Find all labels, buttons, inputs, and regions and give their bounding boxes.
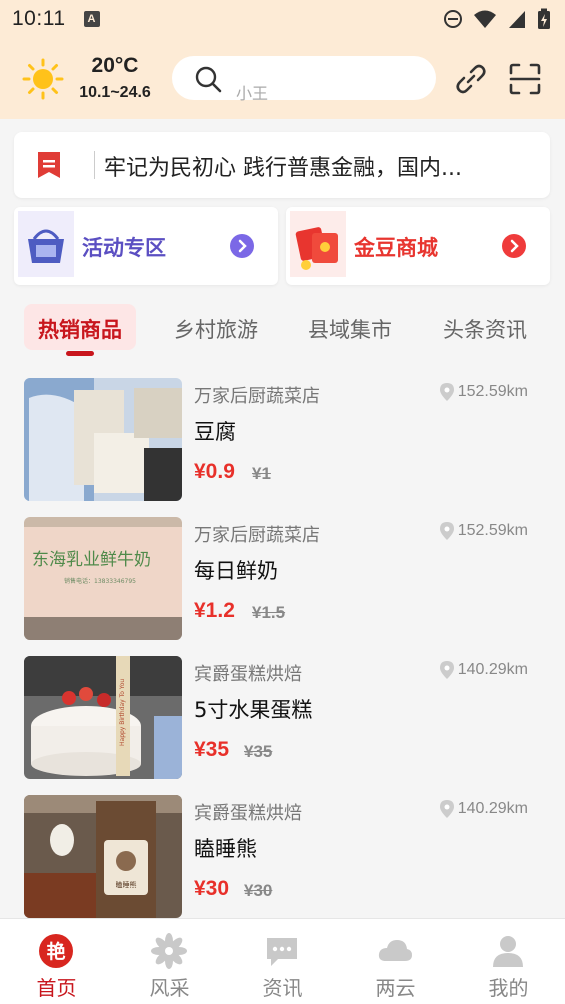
distance-value: 152.59km [457,383,528,400]
notification-indicator: A [83,11,100,27]
tab-hot-products[interactable]: 热销商品 [38,314,122,344]
notice-text: 牢记为民初心 践行普惠金融，国内... [104,156,462,181]
product-price: ¥30 [194,877,230,900]
nav-style-label: 风采 [149,976,190,1000]
nav-news-label: 资讯 [262,976,303,1000]
product-card[interactable]: 东海乳业鲜牛奶 销售电话：13833346795 万家后厨蔬菜店 152.59k… [0,509,565,640]
category-tabs: 热销商品 乡村旅游 县域集市 头条资讯 [0,300,565,362]
distance-value: 152.59km [457,522,528,539]
tab-underline [66,351,94,356]
product-card[interactable]: 万家后厨蔬菜店 152.59km 豆腐 ¥0.9 ¥1 [0,370,565,501]
tab-headline-news[interactable]: 头条资讯 [443,314,527,344]
do-not-disturb-icon [444,10,462,28]
product-image [24,378,182,501]
gold-bean-mall-label: 金豆商城 [354,236,438,260]
original-price: ¥1.5 [252,603,286,622]
distance: 152.59km [439,383,528,401]
header: 20°C 10.1~24.6 小王 [0,38,565,119]
red-envelope-icon [290,211,346,277]
product-price: ¥35 [194,738,230,761]
home-logo-glyph: 艳 [46,940,65,963]
nav-mine[interactable]: 我的 [452,919,565,1004]
location-pin-icon [439,522,454,540]
shop-name: 宾爵蛋糕烘焙 [194,803,302,824]
product-name: 5寸水果蛋糕 [194,698,313,722]
search-icon [195,66,222,93]
status-icons [443,8,551,30]
distance: 152.59km [439,522,528,540]
product-card[interactable]: 瞌睡熊 宾爵蛋糕烘焙 140.29km 瞌睡熊 ¥30 ¥30 [0,787,565,918]
distance: 140.29km [439,661,528,679]
nav-news[interactable]: 资讯 [226,919,339,1004]
product-price: ¥1.2 [194,599,235,622]
location-pin-icon [439,661,454,679]
original-price: ¥1 [252,464,271,483]
nav-home-label: 首页 [36,976,77,1000]
flower-icon [151,933,187,969]
temperature-range: 10.1~24.6 [79,84,151,101]
milk-bag-text: 东海乳业鲜牛奶 [32,550,151,570]
search-input[interactable]: 小王 [236,80,268,104]
notice-divider [94,151,95,179]
cake-ribbon-text: Happy Birthday To You [119,679,126,746]
link-icon[interactable] [454,62,488,96]
product-card[interactable]: Happy Birthday To You 宾爵蛋糕烘焙 140.29km 5寸… [0,648,565,779]
nav-style[interactable]: 风采 [113,919,226,1004]
product-image: Happy Birthday To You [24,656,182,779]
home-logo-icon: 艳 [39,934,73,968]
nav-two-clouds[interactable]: 两云 [339,919,452,1004]
sun-icon [22,58,64,100]
distance: 140.29km [439,800,528,818]
product-image: 东海乳业鲜牛奶 销售电话：13833346795 [24,517,182,640]
location-pin-icon [439,383,454,401]
product-name: 每日鲜奶 [194,559,278,583]
notice-icon [38,152,60,178]
chevron-right-icon [502,234,526,258]
person-icon [493,936,523,967]
activity-zone-label: 活动专区 [82,236,166,260]
location-pin-icon [439,800,454,818]
bear-box-text: 瞌睡熊 [116,880,137,889]
gold-bean-mall-card[interactable]: 金豆商城 [286,207,550,285]
nav-two-clouds-label: 两云 [375,976,416,1000]
battery-icon [538,8,550,29]
tab-rural-tourism[interactable]: 乡村旅游 [174,314,258,344]
bottom-navigation: 艳 首页 风采 资讯 两云 我的 [0,918,565,1004]
signal-icon [509,11,525,28]
status-bar: 10:11 A [0,0,565,38]
distance-value: 140.29km [457,661,528,678]
scan-icon[interactable] [508,62,542,96]
distance-value: 140.29km [457,800,528,817]
nav-mine-label: 我的 [488,976,529,1000]
tab-county-market[interactable]: 县域集市 [308,314,392,344]
shop-name: 宾爵蛋糕烘焙 [194,664,302,685]
announcement-bar[interactable]: 牢记为民初心 践行普惠金融，国内... [14,132,550,198]
cloud-icon [378,940,412,961]
shop-name: 万家后厨蔬菜店 [194,386,320,407]
temperature: 20°C [91,54,139,77]
original-price: ¥35 [244,742,273,761]
wifi-icon [474,10,496,28]
nav-home[interactable]: 艳 首页 [0,919,113,1004]
status-time: 10:11 [12,7,66,30]
original-price: ¥30 [244,881,273,900]
search-bar[interactable]: 小王 [172,56,436,103]
shop-name: 万家后厨蔬菜店 [194,525,320,546]
milk-phone-text: 销售电话：13833346795 [64,577,136,585]
product-image: 瞌睡熊 [24,795,182,918]
product-price: ¥0.9 [194,460,235,483]
product-name: 豆腐 [194,420,236,444]
product-name: 瞌睡熊 [194,837,257,861]
chat-bubble-icon [267,938,297,966]
activity-zone-card[interactable]: 活动专区 [14,207,278,285]
chevron-right-icon [230,234,254,258]
shopping-basket-icon [18,211,74,277]
